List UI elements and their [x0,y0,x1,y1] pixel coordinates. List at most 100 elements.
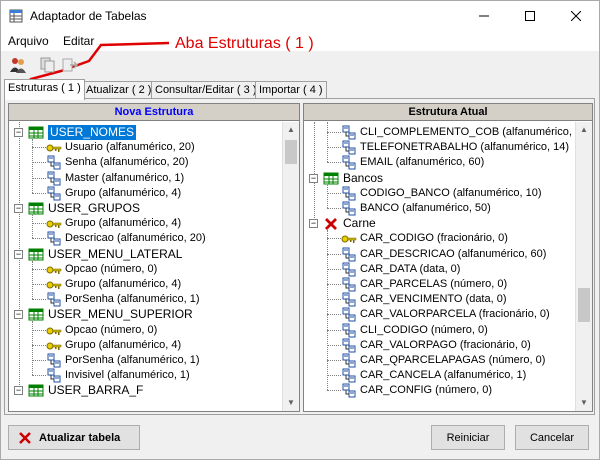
tree-connector [327,147,341,149]
tree-field-node[interactable]: CAR_VALORPAGO (fracionário, 0) [304,338,575,353]
tree-node-label: USER_MENU_LATERAL [48,246,183,261]
tree-node-label: CAR_CONFIG (número, 0) [360,384,493,397]
close-button[interactable] [553,1,599,31]
scroll-down-icon[interactable]: ▼ [576,395,592,411]
field-icon [342,383,356,398]
scroll-thumb[interactable] [578,288,590,322]
tree-table-node[interactable]: − USER_GRUPOS [9,201,282,216]
field-icon [47,155,61,170]
scroll-up-icon[interactable]: ▲ [576,122,592,138]
tree-field-node[interactable]: Grupo (alfanumérico, 4) [9,216,282,231]
tree-field-node[interactable]: Descricao (alfanumérico, 20) [9,231,282,246]
tree-field-node[interactable]: Opcao (número, 0) [9,323,282,338]
menu-arquivo[interactable]: Arquivo [8,34,49,48]
cancel-button[interactable]: Cancelar [515,425,589,450]
tab-consultar-editar[interactable]: Consultar/Editar ( 3 ) [151,81,261,99]
right-scrollbar[interactable]: ▲ ▼ [575,122,592,411]
export-icon[interactable] [61,56,79,74]
key-icon [46,342,62,350]
tree-node-label: Invisivel (alfanumérico, 1) [65,369,190,382]
users-icon[interactable] [9,56,27,74]
tree-node-label: USER_BARRA_F [48,383,144,398]
tree-field-node[interactable]: Opcao (número, 0) [9,262,282,277]
tree-table-node[interactable]: − Carne [304,216,575,231]
tree-node-label: Grupo (alfanumérico, 4) [65,186,182,199]
tree-table-node[interactable]: − USER_MENU_SUPERIOR [9,307,282,322]
tree-table-node[interactable]: − Bancos [304,171,575,186]
update-table-button[interactable]: Atualizar tabela [8,425,140,450]
tree-table-node[interactable]: − USER_MENU_LATERAL [9,247,282,262]
tree-connector [327,238,341,240]
tree-field-node[interactable]: CAR_CODIGO (fracionário, 0) [304,231,575,246]
tab-importar[interactable]: Importar ( 4 ) [255,81,327,99]
tree-field-node[interactable]: PorSenha (alfanumérico, 1) [9,292,282,307]
field-icon [342,368,356,383]
tree-connector [327,375,341,377]
tree-field-node[interactable]: Senha (alfanumérico, 20) [9,155,282,170]
tree-field-node[interactable]: CAR_CONFIG (número, 0) [304,383,575,398]
collapse-toggle-icon[interactable]: − [14,204,23,213]
tree-field-node[interactable]: CAR_VENCIMENTO (data, 0) [304,292,575,307]
tree-field-node[interactable]: Grupo (alfanumérico, 4) [9,277,282,292]
deleted-icon [325,218,337,231]
field-icon [342,307,356,322]
tree-node-label: CAR_QPARCELAPAGAS (número, 0) [360,354,546,366]
restart-button[interactable]: Reiniciar [431,425,505,450]
tree-table-node[interactable]: − USER_NOMES [9,125,282,140]
tree-node-label: Master (alfanumérico, 1) [65,171,185,184]
tree-field-node[interactable]: CAR_DATA (data, 0) [304,262,575,277]
tree-connector [327,208,341,209]
maximize-button[interactable] [507,1,553,31]
field-icon [47,186,61,201]
estrutura-atual-tree[interactable]: CLI_COMPLEMENTO_COB (alfanumérico, 30) TE… [304,122,591,411]
tree-connector [327,132,341,133]
tree-node-label: USER_GRUPOS [48,201,141,215]
scroll-down-icon[interactable]: ▼ [283,395,299,411]
tree-field-node[interactable]: CAR_QPARCELAPAGAS (número, 0) [304,353,575,368]
tree-field-node[interactable]: Usuario (alfanumérico, 20) [9,140,282,155]
tree-field-node[interactable]: BANCO (alfanumérico, 50) [304,201,575,216]
tree-field-node[interactable]: CAR_DESCRICAO (alfanumérico, 60) [304,247,575,262]
tree-connector [32,268,46,270]
tree-field-node[interactable]: CAR_PARCELAS (número, 0) [304,277,575,292]
tab-atualizar[interactable]: Atualizar ( 2 ) [82,81,156,99]
left-scrollbar[interactable]: ▲ ▼ [282,122,299,411]
tree-field-node[interactable]: CAR_VALORPARCELA (fracionário, 0) [304,307,575,322]
tree-field-node[interactable]: Master (alfanumérico, 1) [9,171,282,186]
tree-field-node[interactable]: Grupo (alfanumérico, 4) [9,338,282,353]
tree-connector [32,139,33,193]
tree-field-node[interactable]: Invisivel (alfanumérico, 1) [9,368,282,383]
tree-table-node[interactable]: − USER_BARRA_F [9,383,282,398]
collapse-toggle-icon[interactable]: − [309,173,318,183]
tree-field-node[interactable]: CLI_CODIGO (número, 0) [304,323,575,338]
tree-connector [32,223,46,225]
collapse-toggle-icon[interactable]: − [309,219,318,229]
tree-field-node[interactable]: CODIGO_BANCO (alfanumérico, 10) [304,186,575,201]
tree-field-node[interactable]: TELEFONETRABALHO (alfanumérico, 14) [304,140,575,155]
nova-estrutura-header: Nova Estrutura [9,104,299,121]
copy-icon[interactable] [39,56,57,74]
scroll-thumb[interactable] [285,140,297,164]
minimize-button[interactable] [461,1,507,31]
tab-strip: Estruturas ( 1 ) Atualizar ( 2 ) Consult… [1,79,599,100]
scroll-up-icon[interactable]: ▲ [283,122,299,138]
nova-estrutura-tree[interactable]: − USER_NOMES Usuario (alfanumérico, 20) Sen… [9,122,282,411]
red-x-icon [19,431,31,444]
tree-field-node[interactable]: PorSenha (alfanumérico, 1) [9,353,282,368]
tree-field-node[interactable]: EMAIL (alfanumérico, 60) [304,155,575,170]
tree-field-node[interactable]: CLI_COMPLEMENTO_COB (alfanumérico, 30) [304,125,591,140]
tree-field-node[interactable]: CAR_CANCELA (alfanumérico, 1) [304,368,575,383]
tree-field-node[interactable]: Grupo (alfanumérico, 4) [9,186,282,201]
tree-connector [327,390,341,392]
table-icon [28,126,44,139]
collapse-toggle-icon[interactable]: − [14,386,23,396]
tab-estruturas[interactable]: Estruturas ( 1 ) [4,79,85,100]
collapse-toggle-icon[interactable]: − [14,249,23,259]
tree-node-label: TELEFONETRABALHO (alfanumérico, 14) [360,141,570,154]
collapse-toggle-icon[interactable]: − [14,128,23,137]
collapse-toggle-icon[interactable]: − [14,310,23,320]
tree-node-label: USER_MENU_SUPERIOR [48,307,193,322]
tree-node-label: CAR_VALORPAGO (fracionário, 0) [360,338,531,351]
menu-editar[interactable]: Editar [63,34,94,48]
field-icon [342,155,356,170]
